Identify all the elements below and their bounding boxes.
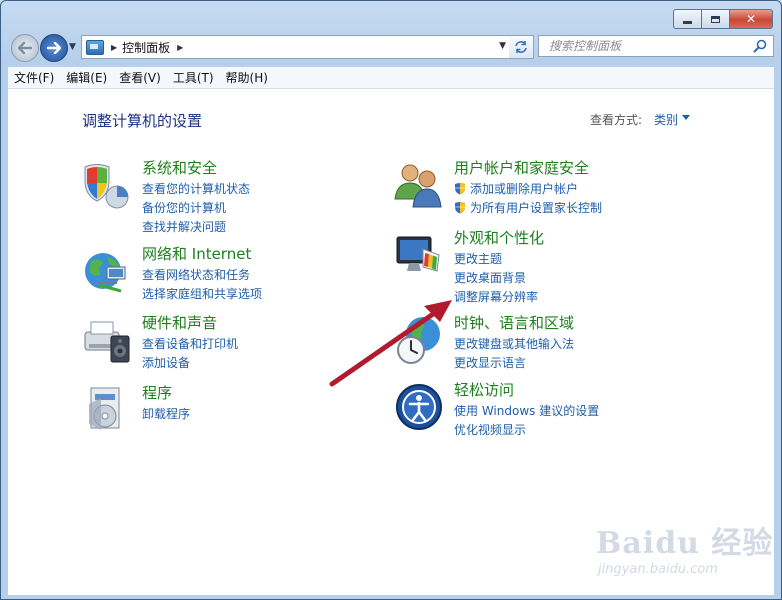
caption-buttons: ✕ (673, 9, 773, 29)
category-heading[interactable]: 系统和安全 (142, 157, 217, 178)
globe-network-icon[interactable] (81, 245, 133, 297)
menu-view[interactable]: 查看(V) (113, 69, 167, 86)
uac-shield-icon (455, 183, 465, 195)
forward-arrow-icon (47, 42, 61, 54)
breadcrumb-chevron-icon[interactable]: ▶ (177, 43, 183, 52)
category-heading[interactable]: 硬件和声音 (142, 312, 217, 333)
task-link[interactable]: 备份您的计算机 (142, 198, 250, 217)
category-links: 卸载程序 (142, 404, 190, 423)
clock-globe-icon[interactable] (393, 314, 445, 366)
task-link-label: 添加或删除用户帐户 (470, 182, 579, 196)
category-heading[interactable]: 用户帐户和家庭安全 (454, 157, 589, 178)
minimize-icon (683, 20, 692, 24)
watermark-logo: Baidu 经验 (596, 526, 774, 561)
task-link[interactable]: 卸载程序 (142, 404, 190, 423)
shield-pie-icon[interactable] (81, 159, 133, 211)
task-link[interactable]: 更改显示语言 (454, 353, 574, 372)
task-link[interactable]: 优化视频显示 (454, 420, 599, 439)
task-link[interactable]: 添加或删除用户帐户 (454, 179, 602, 198)
breadcrumb-control-panel[interactable]: 控制面板 (122, 39, 170, 56)
menu-tools[interactable]: 工具(T) (167, 69, 220, 86)
maximize-icon (711, 15, 720, 23)
watermark-url: jingyan.baidu.com (598, 562, 718, 577)
search-box[interactable] (538, 35, 774, 57)
view-by-label: 查看方式: (590, 113, 643, 127)
refresh-icon (515, 41, 527, 53)
back-arrow-icon (18, 42, 32, 54)
task-link[interactable]: 更改键盘或其他输入法 (454, 334, 574, 353)
category-links: 查看您的计算机状态 备份您的计算机 查找并解决问题 (142, 179, 250, 236)
address-dropdown-icon[interactable]: ▼ (499, 41, 506, 51)
task-link[interactable]: 为所有用户设置家长控制 (454, 198, 602, 217)
close-icon: ✕ (745, 12, 757, 26)
menu-edit[interactable]: 编辑(E) (60, 69, 113, 86)
task-link[interactable]: 更改主题 (454, 249, 538, 268)
page-title: 调整计算机的设置 (82, 112, 203, 130)
search-icon[interactable] (753, 39, 767, 53)
recent-pages-dropdown[interactable]: ▼ (69, 42, 76, 52)
category-links: 添加或删除用户帐户 为所有用户设置家长控制 (454, 179, 602, 217)
task-link[interactable]: 添加设备 (142, 353, 238, 372)
task-link[interactable]: 更改桌面背景 (454, 268, 538, 287)
watermark: Baidu 经验 jingyan.baidu.com (596, 518, 776, 588)
navigation-bar: ▼ ▶ 控制面板 ▶ ▼ (9, 33, 775, 62)
view-by-caret-icon[interactable] (682, 115, 690, 120)
users-icon[interactable] (393, 159, 445, 211)
category-heading[interactable]: 外观和个性化 (454, 227, 544, 248)
minimize-button[interactable] (673, 9, 702, 29)
search-input[interactable] (547, 38, 751, 54)
task-link[interactable]: 查看设备和打印机 (142, 334, 238, 353)
breadcrumb-chevron-icon[interactable]: ▶ (111, 43, 117, 52)
task-link[interactable]: 查找并解决问题 (142, 217, 250, 236)
category-links: 查看网络状态和任务 选择家庭组和共享选项 (142, 265, 262, 303)
category-heading[interactable]: 时钟、语言和区域 (454, 312, 574, 333)
category-links: 更改键盘或其他输入法 更改显示语言 (454, 334, 574, 372)
printer-speaker-icon[interactable] (81, 314, 133, 366)
programs-icon[interactable] (81, 384, 133, 436)
task-link[interactable]: 使用 Windows 建议的设置 (454, 401, 599, 420)
category-heading[interactable]: 程序 (142, 382, 172, 403)
menu-bar: 文件(F) 编辑(E) 查看(V) 工具(T) 帮助(H) (8, 67, 774, 89)
category-links: 使用 Windows 建议的设置 优化视频显示 (454, 401, 599, 439)
uac-shield-icon (455, 202, 465, 214)
close-button[interactable]: ✕ (730, 9, 773, 29)
view-by-dropdown[interactable]: 类别 (654, 111, 678, 128)
task-link-label: 为所有用户设置家长控制 (470, 201, 603, 215)
menu-file[interactable]: 文件(F) (8, 69, 60, 86)
address-bar[interactable]: ▶ 控制面板 ▶ ▼ (81, 35, 511, 59)
monitor-palette-icon[interactable] (393, 229, 445, 281)
category-links: 更改主题 更改桌面背景 调整屏幕分辨率 (454, 249, 538, 306)
forward-button[interactable] (40, 34, 68, 62)
ease-of-access-icon[interactable] (393, 381, 445, 433)
task-link-adjust-resolution[interactable]: 调整屏幕分辨率 (454, 287, 538, 306)
back-button[interactable] (11, 34, 39, 62)
task-link[interactable]: 选择家庭组和共享选项 (142, 284, 262, 303)
task-link[interactable]: 查看网络状态和任务 (142, 265, 262, 284)
control-panel-window: ✕ ▼ ▶ 控制面板 ▶ ▼ 文件(F) 编辑(E) 查看(V) 工具(T) 帮… (0, 0, 782, 600)
category-heading[interactable]: 网络和 Internet (142, 243, 251, 264)
maximize-button[interactable] (702, 9, 730, 29)
control-panel-icon (86, 39, 104, 55)
task-link[interactable]: 查看您的计算机状态 (142, 179, 250, 198)
category-heading[interactable]: 轻松访问 (454, 379, 514, 400)
refresh-button[interactable] (509, 35, 534, 59)
menu-help[interactable]: 帮助(H) (220, 69, 274, 86)
category-links: 查看设备和打印机 添加设备 (142, 334, 238, 372)
